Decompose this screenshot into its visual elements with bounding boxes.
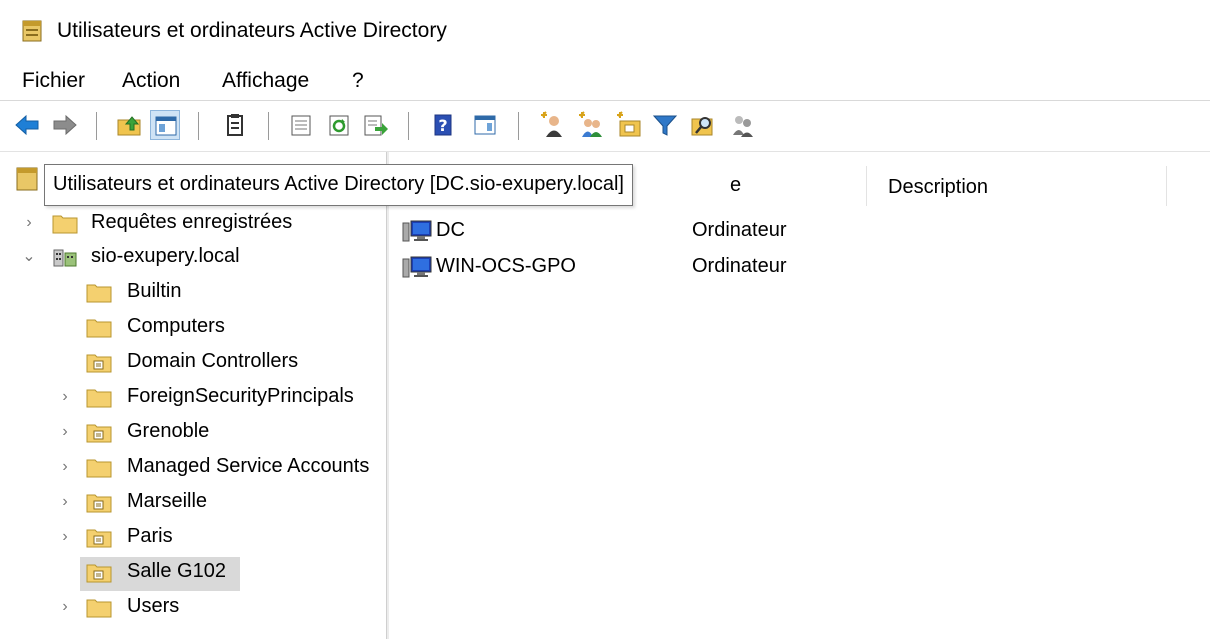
tree-item-label: ForeignSecurityPrincipals xyxy=(127,385,354,407)
window-title: Utilisateurs et ordinateurs Active Direc… xyxy=(57,19,447,42)
ad-root-icon[interactable] xyxy=(16,167,38,191)
toolbar-separator xyxy=(96,112,97,140)
computer-type: Ordinateur xyxy=(692,255,787,277)
tree-item-builtin[interactable]: Builtin xyxy=(0,277,384,311)
computer-icon xyxy=(402,219,434,243)
chevron-right-icon[interactable]: › xyxy=(56,388,74,406)
folder-icon xyxy=(86,316,112,338)
folder-icon xyxy=(86,281,112,303)
menu-affichage[interactable]: Affichage xyxy=(218,69,313,93)
tooltip: Utilisateurs et ordinateurs Active Direc… xyxy=(44,164,633,206)
tree-item-label: Marseille xyxy=(127,490,208,512)
folder-icon xyxy=(86,386,112,408)
computer-icon xyxy=(402,255,434,279)
clipboard-icon[interactable] xyxy=(220,110,250,140)
tree-item-label: Paris xyxy=(127,525,173,547)
toolbar-separator xyxy=(198,112,199,140)
toolbar: ? xyxy=(0,100,1210,151)
tree-item-label: Grenoble xyxy=(127,420,210,442)
refresh-icon[interactable] xyxy=(324,110,354,140)
new-user-icon[interactable] xyxy=(538,110,568,140)
tree-item-label: Computers xyxy=(127,315,225,337)
export-list-icon[interactable] xyxy=(360,110,390,140)
menu-bar: Fichier Action Affichage ? xyxy=(0,64,1210,98)
tree-item-users[interactable]: › Users xyxy=(0,592,384,626)
forward-arrow-icon[interactable] xyxy=(50,110,80,140)
tree-item-label: Requêtes enregistrées xyxy=(91,211,293,233)
back-arrow-icon[interactable] xyxy=(12,110,42,140)
column-separator[interactable] xyxy=(1166,166,1167,206)
menu-fichier[interactable]: Fichier xyxy=(18,69,89,93)
tree-item-marseille[interactable]: › Marseille xyxy=(0,487,384,521)
filter-icon[interactable] xyxy=(650,110,680,140)
chevron-right-icon[interactable]: › xyxy=(56,458,74,476)
list-item[interactable]: WIN-OCS-GPO Ordinateur xyxy=(400,252,1180,284)
tree-item-label: Domain Controllers xyxy=(127,350,299,372)
ou-icon xyxy=(86,421,112,443)
menu-help[interactable]: ? xyxy=(348,69,368,93)
svg-text:?: ? xyxy=(438,116,447,135)
tree-item-label: Users xyxy=(127,595,180,617)
properties-icon[interactable] xyxy=(286,110,316,140)
find-icon[interactable] xyxy=(688,110,718,140)
show-action-pane-icon[interactable] xyxy=(470,110,500,140)
column-header-type[interactable]: e xyxy=(730,174,741,214)
new-group-icon[interactable] xyxy=(576,110,606,140)
new-ou-icon[interactable] xyxy=(614,110,644,140)
tree-item-salle-g102[interactable]: Salle G102 xyxy=(80,557,240,591)
toolbar-separator xyxy=(518,112,519,140)
tree-item-label: Salle G102 xyxy=(127,560,226,582)
ou-icon xyxy=(86,526,112,548)
computer-type: Ordinateur xyxy=(692,219,787,241)
tree-item-grenoble[interactable]: › Grenoble xyxy=(0,417,384,451)
tree-item-label: Builtin xyxy=(127,280,182,302)
toolbar-separator xyxy=(408,112,409,140)
chevron-right-icon[interactable]: › xyxy=(20,214,38,232)
ou-icon xyxy=(86,491,112,513)
chevron-right-icon[interactable]: › xyxy=(56,528,74,546)
tree-item-domain[interactable]: ⌄ sio-exupery.local xyxy=(0,242,384,276)
toolbar-separator xyxy=(268,112,269,140)
ad-snapin-icon xyxy=(22,20,42,42)
tree-item-computers[interactable]: Computers xyxy=(0,312,384,346)
computer-name: DC xyxy=(436,219,465,241)
chevron-right-icon[interactable]: › xyxy=(56,423,74,441)
console-tree: › Requêtes enregistrées ⌄ sio-exupery.lo… xyxy=(0,152,384,639)
chevron-down-icon[interactable]: ⌄ xyxy=(20,248,38,266)
add-to-group-icon[interactable] xyxy=(728,110,758,140)
chevron-right-icon[interactable]: › xyxy=(56,598,74,616)
tree-item-foreign-security-principals[interactable]: › ForeignSecurityPrincipals xyxy=(0,382,384,416)
up-folder-icon[interactable] xyxy=(114,110,144,140)
tree-item-paris[interactable]: › Paris xyxy=(0,522,384,556)
tree-item-label: sio-exupery.local xyxy=(91,245,240,267)
domain-icon xyxy=(52,246,78,268)
menu-action[interactable]: Action xyxy=(118,69,184,93)
ou-icon xyxy=(86,351,112,373)
ou-icon xyxy=(86,561,112,583)
tree-item-managed-service-accounts[interactable]: › Managed Service Accounts xyxy=(0,452,384,486)
tree-item-label: Managed Service Accounts xyxy=(127,455,370,477)
pane-splitter[interactable] xyxy=(386,152,389,639)
list-item[interactable]: DC Ordinateur xyxy=(400,216,1180,248)
details-list: e Description DC Ordinateur WIN-OCS-GPO … xyxy=(390,152,1210,639)
chevron-right-icon[interactable]: › xyxy=(56,493,74,511)
folder-icon xyxy=(52,212,78,234)
tree-item-saved-queries[interactable]: › Requêtes enregistrées xyxy=(0,208,384,242)
folder-icon xyxy=(86,596,112,618)
computer-name: WIN-OCS-GPO xyxy=(436,255,576,277)
show-hide-console-tree-icon[interactable] xyxy=(150,110,180,140)
column-separator[interactable] xyxy=(866,166,867,206)
help-icon[interactable]: ? xyxy=(428,110,458,140)
tree-item-domain-controllers[interactable]: Domain Controllers xyxy=(0,347,384,381)
title-bar: Utilisateurs et ordinateurs Active Direc… xyxy=(0,0,1210,62)
folder-icon xyxy=(86,456,112,478)
column-header-description[interactable]: Description xyxy=(888,176,988,216)
